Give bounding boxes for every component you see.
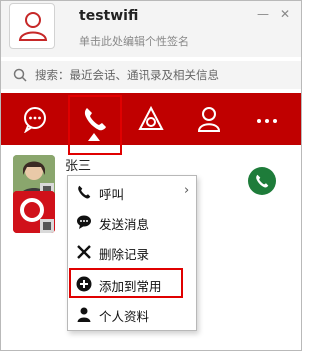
search-placeholder: 搜索：最近会话、通讯录及相关信息 xyxy=(35,68,219,82)
selected-tab-highlight xyxy=(68,95,122,155)
menu-item-label: 个人资料 xyxy=(99,309,150,324)
app-window: testwifi 单击此处编辑个性签名 — ✕ 搜索：最近会话、通讯录及相关信息 xyxy=(0,0,302,351)
contact-avatar xyxy=(13,191,55,233)
contacts-person-icon xyxy=(197,107,221,132)
menu-item-send-message[interactable]: 发送消息 xyxy=(68,208,196,236)
tab-more[interactable] xyxy=(241,93,293,145)
profile-header: testwifi 单击此处编辑个性签名 — ✕ xyxy=(1,1,301,57)
signature-edit[interactable]: 单击此处编辑个性签名 xyxy=(79,33,189,49)
more-dots-icon xyxy=(257,119,277,123)
discover-icon xyxy=(138,105,164,130)
tab-messages[interactable] xyxy=(9,93,61,145)
user-avatar[interactable] xyxy=(9,3,55,49)
minimize-button[interactable]: — xyxy=(255,7,271,21)
submenu-chevron-icon: › xyxy=(184,183,190,198)
search-icon xyxy=(13,68,27,82)
chat-bubble-icon xyxy=(24,107,46,133)
avatar-placeholder-icon xyxy=(18,12,48,41)
contact-name: 张三 xyxy=(65,159,92,174)
tab-discover[interactable] xyxy=(125,93,177,145)
phone-icon xyxy=(78,185,91,199)
message-icon xyxy=(77,215,91,229)
username: testwifi xyxy=(79,8,139,24)
selected-tab-indicator xyxy=(88,133,100,141)
close-button[interactable]: ✕ xyxy=(277,7,293,21)
context-menu: 呼叫 › 发送消息 删除记录 添加到常用 个人资料 xyxy=(67,175,197,331)
main-tab-bar xyxy=(1,93,301,145)
highlighted-menu-item-outline xyxy=(69,268,183,298)
app-logo-icon xyxy=(13,191,55,233)
tab-contacts[interactable] xyxy=(183,93,235,145)
menu-item-label: 发送消息 xyxy=(99,217,150,232)
menu-item-label: 删除记录 xyxy=(99,247,150,262)
menu-item-delete-record[interactable]: 删除记录 xyxy=(68,238,196,266)
menu-item-label: 呼叫 xyxy=(99,187,125,202)
menu-item-call[interactable]: 呼叫 › xyxy=(68,178,196,206)
menu-item-profile[interactable]: 个人资料 xyxy=(68,300,196,328)
search-input[interactable]: 搜索：最近会话、通讯录及相关信息 xyxy=(1,61,301,89)
delete-x-icon xyxy=(77,245,91,259)
profile-icon xyxy=(77,307,91,322)
